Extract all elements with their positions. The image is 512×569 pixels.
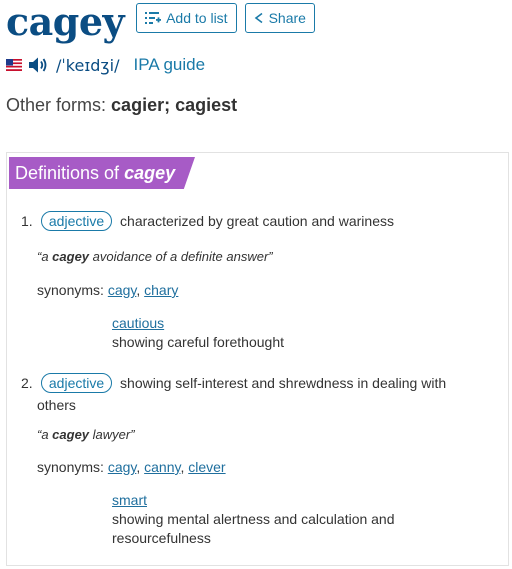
definitions-title-prefix: Definitions of (15, 163, 120, 183)
sense-2-related: smart (112, 492, 147, 508)
sense-2-example: “a cagey lawyer” (37, 427, 135, 442)
add-to-list-button[interactable]: Add to list (136, 3, 237, 33)
sense-2-synonyms: synonyms: cagy, canny, clever (37, 459, 226, 475)
sense-2-related-definition: showing mental alertness and calculation… (112, 511, 395, 527)
sense-number: 2. (21, 375, 33, 391)
related-word-link[interactable]: cautious (112, 315, 164, 331)
word-header: cagey Add to list Share (6, 0, 315, 44)
sense-2-related-definition-cont: resourcefulness (112, 530, 211, 546)
example-text: “a (37, 427, 53, 442)
sense-number: 1. (21, 213, 33, 229)
add-to-list-label: Add to list (166, 10, 228, 26)
other-forms: Other forms: cagier; cagiest (6, 95, 237, 116)
example-word: cagey (52, 249, 90, 264)
sense-2-definition: 2. adjective showing self-interest and s… (21, 373, 446, 393)
headword: cagey (6, 0, 125, 44)
ipa-guide-link[interactable]: IPA guide (134, 55, 206, 75)
sense-2-definition-cont: others (37, 397, 76, 413)
example-text: avoidance of a definite answer” (89, 249, 273, 264)
us-flag-icon (6, 59, 22, 71)
sense-1-related: cautious (112, 315, 164, 331)
synonyms-label: synonyms: (37, 459, 104, 475)
sense-1-synonyms: synonyms: cagy, chary (37, 282, 179, 298)
sense-1-related-definition: showing careful forethought (112, 334, 284, 350)
part-of-speech-badge[interactable]: adjective (40, 211, 113, 231)
ipa-text: /ˈkeɪdʒi/ (56, 55, 120, 75)
example-text: “a (37, 249, 53, 264)
add-list-icon (145, 12, 162, 24)
definitions-title-word: cagey (124, 163, 176, 183)
part-of-speech-badge[interactable]: adjective (40, 373, 113, 393)
definition-text: showing self-interest and shrewdness in … (120, 375, 447, 391)
other-forms-label: Other forms: (6, 95, 107, 115)
synonym-link[interactable]: chary (144, 282, 178, 298)
related-word-link[interactable]: smart (112, 492, 147, 508)
share-icon (254, 12, 263, 24)
synonym-link[interactable]: cagy (108, 282, 137, 298)
example-word: cagey (52, 427, 90, 442)
sense-1-example: “a cagey avoidance of a definite answer” (37, 249, 273, 264)
other-forms-value: cagier; cagiest (111, 95, 238, 115)
synonym-link[interactable]: clever (188, 459, 225, 475)
share-label: Share (268, 10, 306, 26)
definitions-banner: Definitions of cagey (9, 157, 195, 189)
sense-1-definition: 1. adjective characterized by great caut… (21, 211, 394, 231)
example-text: lawyer” (89, 427, 135, 442)
definitions-card: Definitions of cagey 1. adjective charac… (6, 152, 509, 566)
share-button[interactable]: Share (244, 3, 315, 33)
pronunciation-row: /ˈkeɪdʒi/ IPA guide (6, 55, 205, 75)
synonyms-label: synonyms: (37, 282, 104, 298)
definition-text: characterized by great caution and warin… (120, 213, 394, 229)
speaker-icon[interactable] (28, 56, 48, 74)
synonym-link[interactable]: cagy (108, 459, 137, 475)
synonym-link[interactable]: canny (144, 459, 180, 475)
